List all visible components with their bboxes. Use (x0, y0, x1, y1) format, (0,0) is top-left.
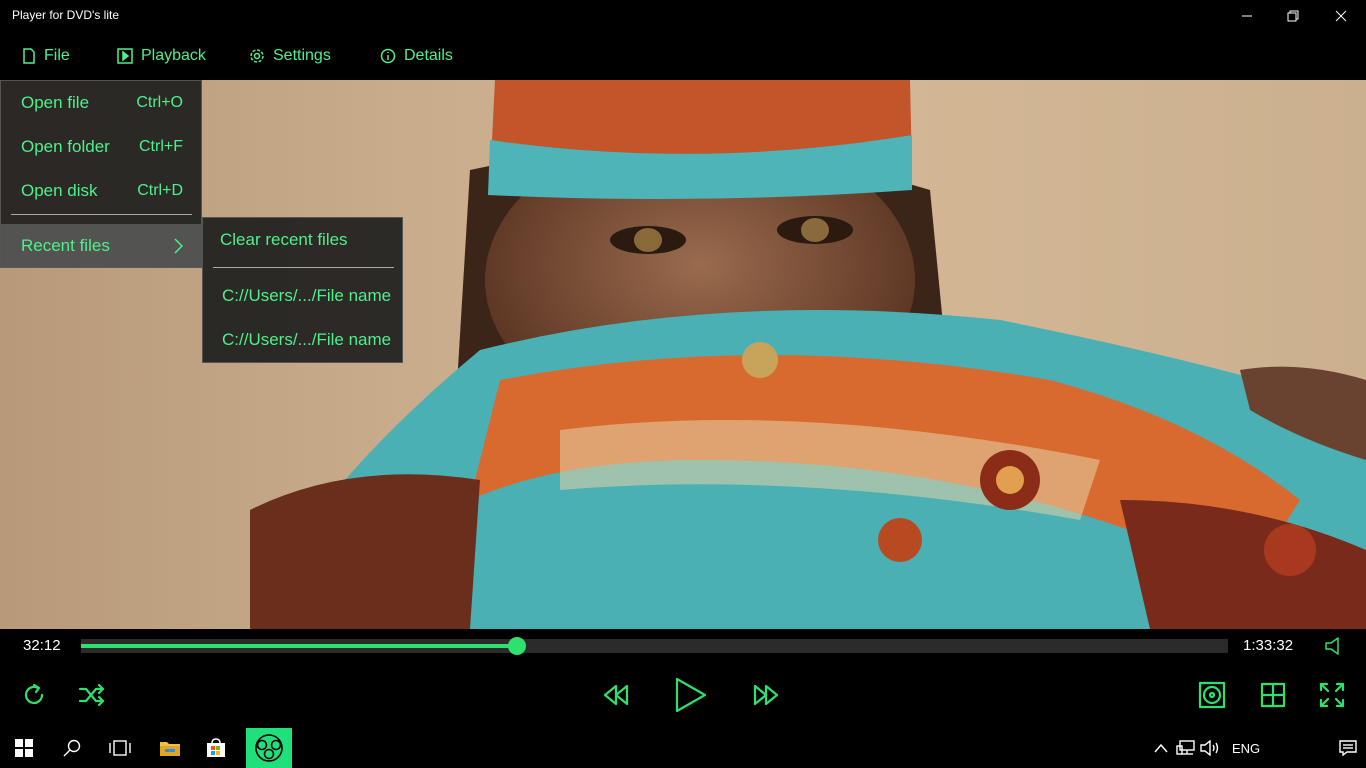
repeat-button[interactable] (18, 679, 50, 711)
store-icon (207, 738, 225, 757)
close-icon (1335, 10, 1347, 22)
action-center-button[interactable] (1330, 728, 1366, 768)
fast-forward-icon (753, 684, 779, 706)
volume-tray-button[interactable] (1198, 728, 1222, 768)
menu-separator (213, 267, 394, 268)
info-icon (380, 48, 396, 64)
windows-logo-icon (15, 739, 33, 757)
grid-icon (1260, 682, 1286, 708)
shuffle-button[interactable] (76, 679, 108, 711)
dvd-player-app-icon (255, 734, 283, 762)
show-hidden-icons-button[interactable] (1150, 728, 1172, 768)
search-icon (63, 739, 81, 757)
disc-button[interactable] (1196, 679, 1228, 711)
fast-forward-button[interactable] (748, 679, 784, 711)
minimize-button[interactable] (1224, 0, 1270, 32)
open-folder-item[interactable]: Open folder Ctrl+F (1, 125, 201, 169)
open-file-shortcut: Ctrl+O (136, 94, 183, 111)
recent-files-label: Recent files (21, 236, 110, 255)
volume-button[interactable] (1320, 635, 1346, 657)
seek-bar-area: 32:12 1:33:32 (0, 629, 1366, 663)
clear-recent-item[interactable]: Clear recent files (203, 218, 402, 262)
elapsed-time: 32:12 (23, 637, 61, 654)
disc-icon (1198, 681, 1226, 709)
repeat-icon (24, 683, 44, 704)
open-file-item[interactable]: Open file Ctrl+O (1, 81, 201, 125)
file-icon (23, 48, 35, 64)
seek-progress (81, 644, 517, 648)
chevron-up-icon (1154, 743, 1168, 753)
menu-details-label: Details (404, 47, 453, 64)
close-button[interactable] (1318, 0, 1364, 32)
recent-file-label: C://Users/.../File name (222, 286, 392, 305)
menu-playback[interactable]: Playback (117, 32, 206, 80)
control-bar (0, 663, 1366, 728)
open-folder-label: Open folder (21, 137, 110, 156)
menu-bar: File Playback Settings Details (0, 32, 1366, 80)
seek-thumb[interactable] (507, 637, 526, 655)
recent-files-item[interactable]: Recent files (1, 224, 201, 268)
clear-recent-label: Clear recent files (220, 230, 348, 249)
search-button[interactable] (48, 728, 96, 768)
taskbar: ENG (0, 728, 1366, 768)
store-button[interactable] (192, 728, 240, 768)
open-folder-shortcut: Ctrl+F (139, 138, 183, 155)
playback-icon (117, 48, 133, 64)
rewind-button[interactable] (598, 679, 634, 711)
menu-settings-label: Settings (273, 47, 331, 64)
recent-file-item[interactable]: C://Users/.../File name (203, 274, 402, 318)
recent-files-submenu: Clear recent files C://Users/.../File na… (202, 217, 403, 363)
playlist-grid-button[interactable] (1257, 679, 1289, 711)
recent-file-label: C://Users/.../File name (222, 330, 392, 349)
play-icon (675, 677, 707, 713)
gear-icon (250, 49, 264, 63)
title-bar: Player for DVD's lite (0, 0, 1366, 32)
menu-file-label: File (44, 47, 70, 64)
network-icon (1176, 740, 1195, 755)
menu-details[interactable]: Details (380, 32, 453, 80)
menu-file[interactable]: File (22, 32, 70, 80)
rewind-icon (603, 684, 629, 706)
network-button[interactable] (1174, 728, 1198, 768)
folder-icon (160, 742, 180, 756)
open-disk-shortcut: Ctrl+D (137, 182, 183, 199)
window-title: Player for DVD's lite (12, 8, 119, 22)
play-button[interactable] (668, 673, 712, 717)
open-file-label: Open file (21, 93, 90, 112)
volume-tray-icon (1200, 740, 1219, 756)
fullscreen-button[interactable] (1316, 679, 1348, 711)
restore-button[interactable] (1270, 0, 1316, 32)
fullscreen-icon (1319, 682, 1345, 708)
dvd-player-taskbar-button[interactable] (246, 728, 292, 768)
menu-playback-label: Playback (141, 47, 206, 64)
file-explorer-button[interactable] (146, 728, 194, 768)
shuffle-icon (78, 683, 105, 707)
open-disk-item[interactable]: Open disk Ctrl+D (1, 169, 201, 213)
speaker-icon (1325, 637, 1339, 655)
task-view-button[interactable] (96, 728, 144, 768)
recent-file-item[interactable]: C://Users/.../File name (203, 318, 402, 362)
restore-icon (1287, 10, 1299, 22)
open-disk-label: Open disk (21, 181, 98, 200)
notification-icon (1339, 740, 1357, 756)
file-dropdown: Open file Ctrl+O Open folder Ctrl+F Open… (0, 80, 202, 268)
menu-separator (11, 214, 192, 215)
total-time: 1:33:32 (1243, 637, 1294, 654)
minimize-icon (1242, 15, 1252, 17)
menu-settings[interactable]: Settings (249, 32, 331, 80)
language-indicator[interactable]: ENG (1232, 741, 1260, 756)
start-button[interactable] (0, 728, 48, 768)
chevron-right-icon (174, 238, 183, 254)
task-view-icon (109, 740, 131, 756)
seek-slider[interactable] (81, 637, 1228, 655)
